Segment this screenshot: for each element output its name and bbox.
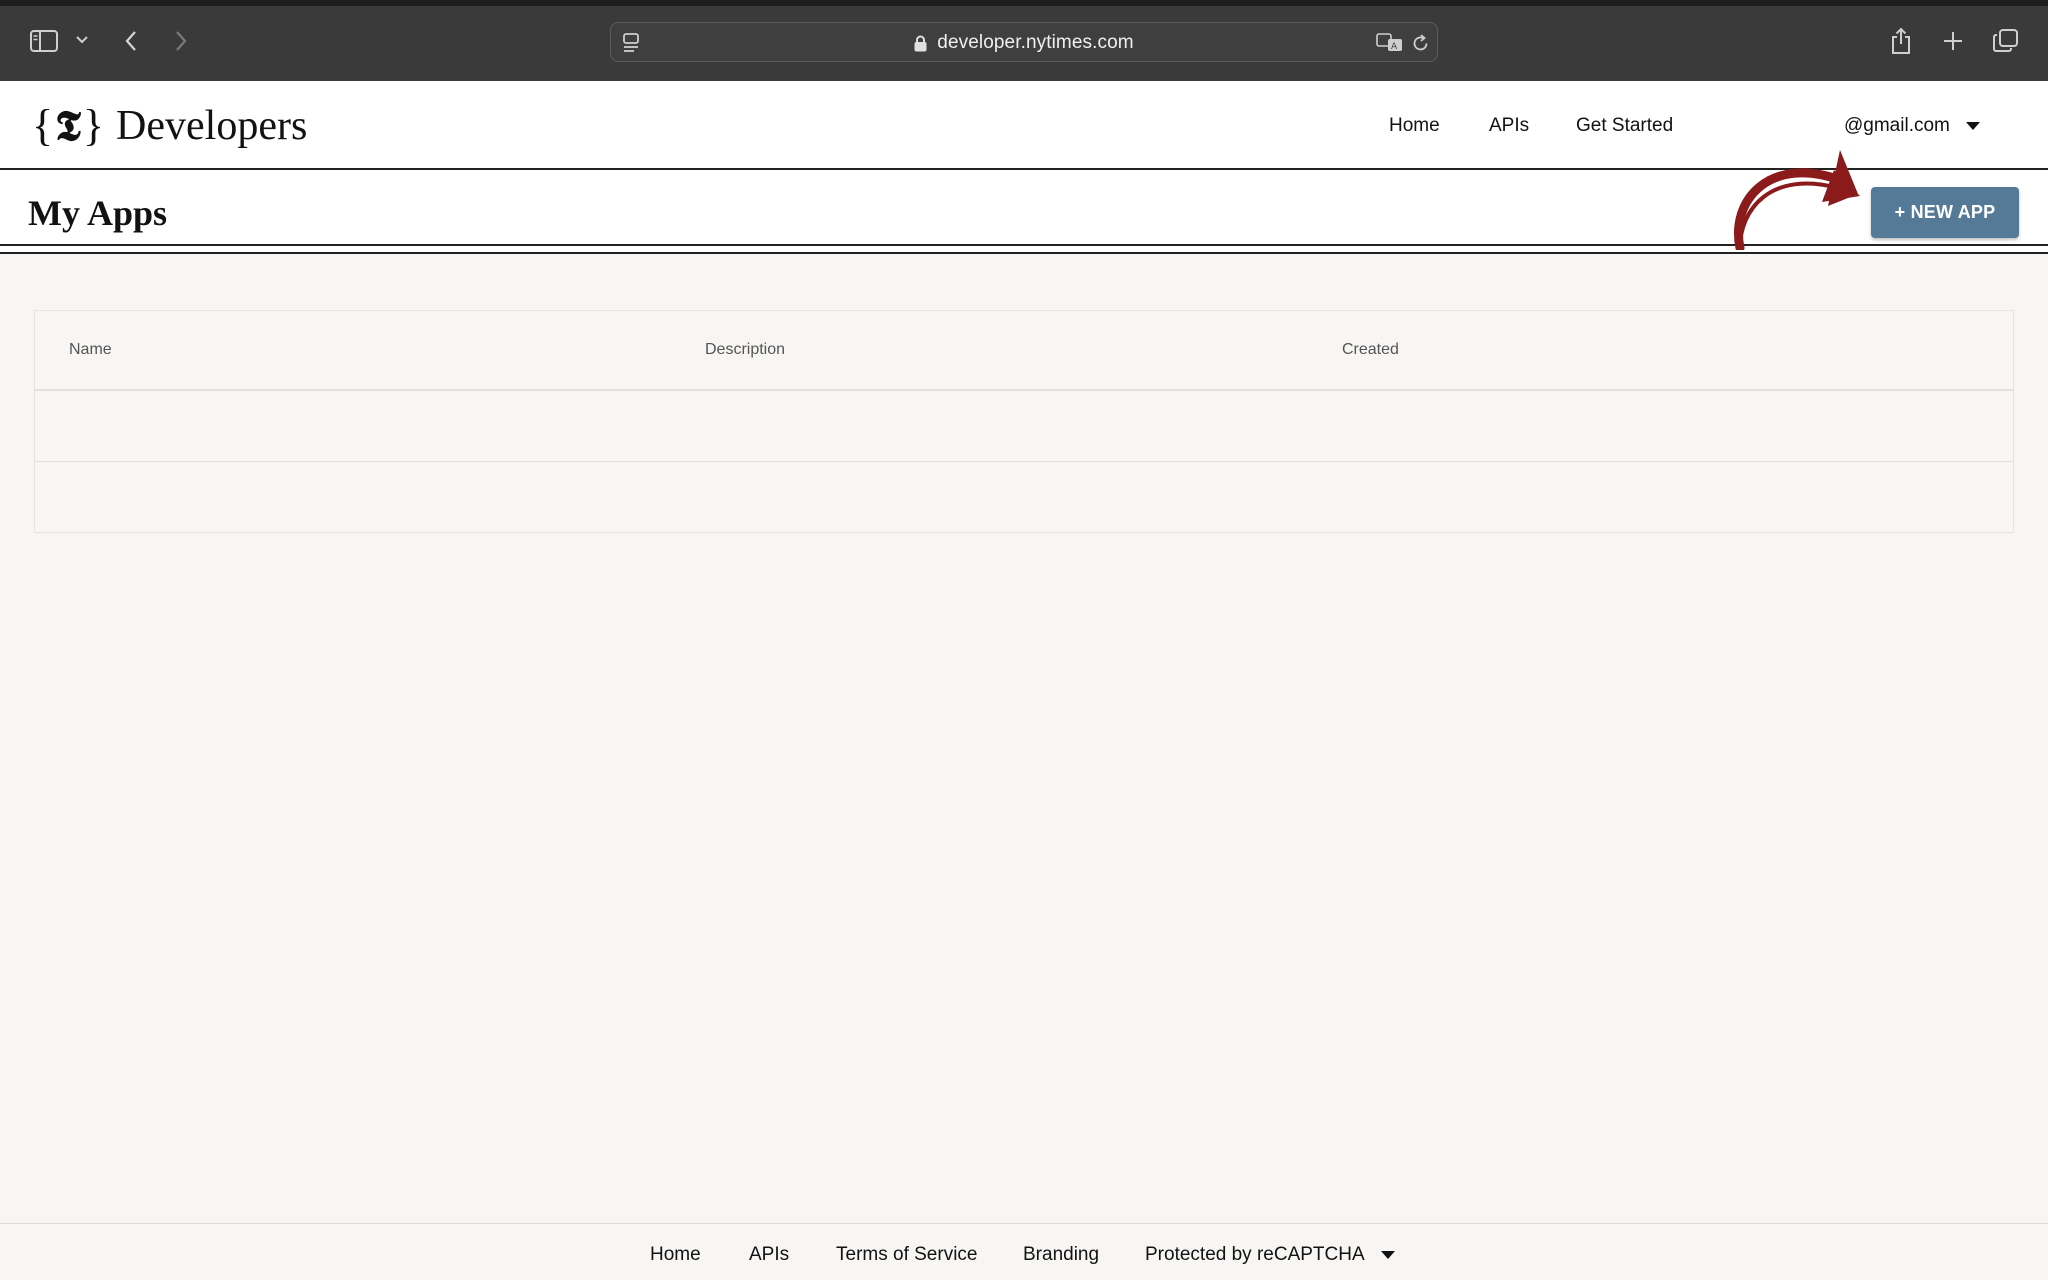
- logo-text: Developers: [116, 103, 308, 149]
- column-header-description[interactable]: Description: [705, 341, 785, 359]
- nav-get-started-link[interactable]: Get Started: [1576, 115, 1673, 137]
- window-top-edge: [0, 0, 2048, 6]
- nyt-t-logo-icon: 𝕿: [55, 101, 81, 150]
- tab-overview-icon[interactable]: [1992, 28, 2020, 54]
- reload-icon[interactable]: [1409, 31, 1433, 55]
- table-row: [35, 392, 2013, 462]
- table-header: Name Description Created: [35, 311, 2013, 391]
- account-email: @gmail.com: [1844, 114, 1950, 136]
- logo-brace-right: }: [82, 101, 105, 150]
- table-row: [35, 462, 2013, 532]
- recaptcha-label: Protected by reCAPTCHA: [1145, 1244, 1365, 1265]
- forward-icon[interactable]: [170, 28, 192, 54]
- caret-down-icon: [1965, 121, 1980, 130]
- logo-brace-left: {: [32, 101, 54, 150]
- new-app-button[interactable]: + NEW APP: [1871, 187, 2019, 238]
- site-footer: Home APIs Terms of Service Branding Prot…: [0, 1223, 2048, 1280]
- new-tab-icon[interactable]: [1940, 28, 1966, 54]
- footer-home-link[interactable]: Home: [650, 1244, 701, 1266]
- url-text: developer.nytimes.com: [937, 32, 1134, 53]
- translate-icon[interactable]: A: [1375, 31, 1405, 55]
- caret-down-icon: [1380, 1251, 1395, 1259]
- page-title: My Apps: [28, 193, 168, 233]
- share-icon[interactable]: [1888, 26, 1914, 56]
- back-icon[interactable]: [120, 28, 142, 54]
- nav-home-link[interactable]: Home: [1389, 115, 1440, 137]
- sidebar-toggle-icon[interactable]: [28, 28, 60, 54]
- address-bar[interactable]: developer.nytimes.com A: [610, 22, 1438, 62]
- footer-recaptcha-menu[interactable]: Protected by reCAPTCHA: [1145, 1244, 1395, 1266]
- footer-branding-link[interactable]: Branding: [1023, 1244, 1099, 1266]
- apps-table: Name Description Created: [34, 310, 2014, 533]
- nav-apis-link[interactable]: APIs: [1489, 115, 1529, 137]
- curved-arrow-icon: [1734, 150, 1860, 250]
- column-header-name[interactable]: Name: [69, 341, 112, 359]
- footer-terms-link[interactable]: Terms of Service: [836, 1244, 977, 1266]
- browser-toolbar: developer.nytimes.com A: [0, 0, 2048, 81]
- lock-icon: [914, 35, 927, 52]
- column-header-created[interactable]: Created: [1342, 341, 1399, 359]
- url-display[interactable]: developer.nytimes.com: [611, 23, 1437, 63]
- site-logo[interactable]: { 𝕿 } Developers: [32, 101, 307, 151]
- svg-text:A: A: [1391, 42, 1398, 52]
- chevron-down-icon[interactable]: [74, 32, 90, 48]
- footer-apis-link[interactable]: APIs: [749, 1244, 789, 1266]
